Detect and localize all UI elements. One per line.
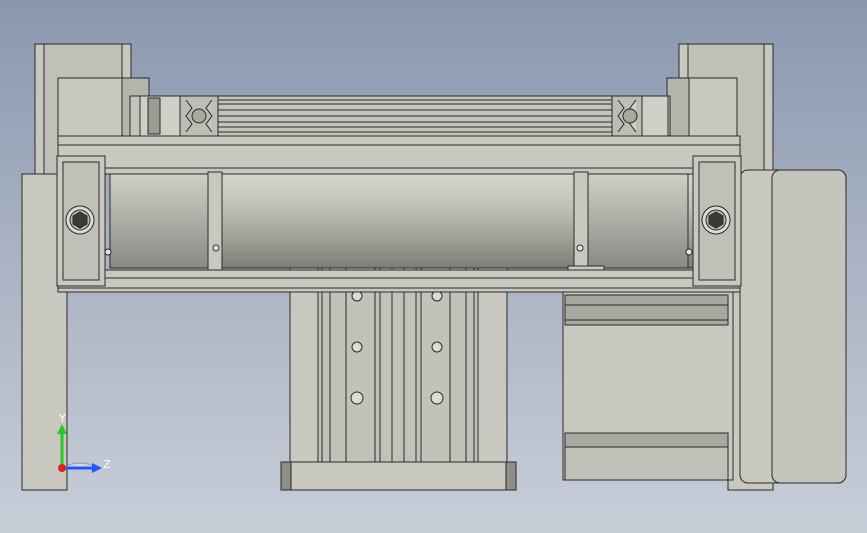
triad-z-arrow-icon <box>92 463 102 473</box>
lower-frame-bar <box>57 269 741 293</box>
triad-y-label: Y <box>59 412 66 425</box>
horizontal-cylinder <box>104 171 701 279</box>
clamp-block-left <box>56 155 106 287</box>
model-drawing[interactable] <box>0 0 867 533</box>
clamp-block-right <box>692 155 742 287</box>
triad-x-axis-icon <box>58 464 66 472</box>
guide-rod-assembly <box>129 95 671 137</box>
top-frame-plate <box>57 135 741 175</box>
vertical-slide-rail <box>280 261 517 491</box>
3d-viewport[interactable]: Y Z <box>0 0 867 533</box>
triad-z-label: Z <box>103 458 111 471</box>
